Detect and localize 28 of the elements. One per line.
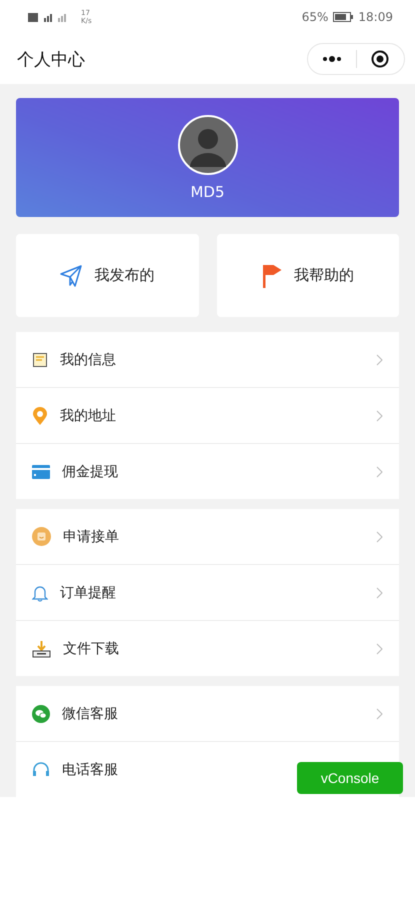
menu-item[interactable]: 电话客服 [62,760,118,778]
headset-icon [32,760,50,778]
shortcut-button[interactable]: 我帮助的 [216,234,399,317]
user-name: MD5 [190,182,225,200]
bell-icon [32,584,48,602]
menu-item[interactable]: 申请接单 [63,528,119,546]
location-pin-icon [32,406,48,424]
menu-item[interactable]: 微信客服 [62,704,118,722]
menu-item[interactable]: 我的信息 [60,350,116,368]
battery-icon [333,12,354,22]
menu-item[interactable]: 我的地址 [60,406,116,424]
smile-badge-icon [32,527,51,546]
target-icon [371,50,390,68]
more-icon [322,56,342,62]
chat-bubbles-icon [32,704,50,722]
menu-item[interactable]: 文件下载 [63,640,119,658]
shortcut-button[interactable]: 我发布的 [16,234,198,317]
clock: 18:09 [358,10,393,24]
avatar[interactable] [178,114,238,174]
battery-percent: 65% [302,10,328,24]
menu-item[interactable]: 佣金提现 [62,462,118,480]
flag-icon [262,264,282,288]
receipt-icon [32,352,48,368]
paper-plane-icon [60,264,82,286]
menu-item[interactable]: 订单提醒 [60,584,116,602]
page-title: 个人中心 [17,48,85,70]
download-tray-icon [32,640,51,658]
card-icon [32,464,50,478]
